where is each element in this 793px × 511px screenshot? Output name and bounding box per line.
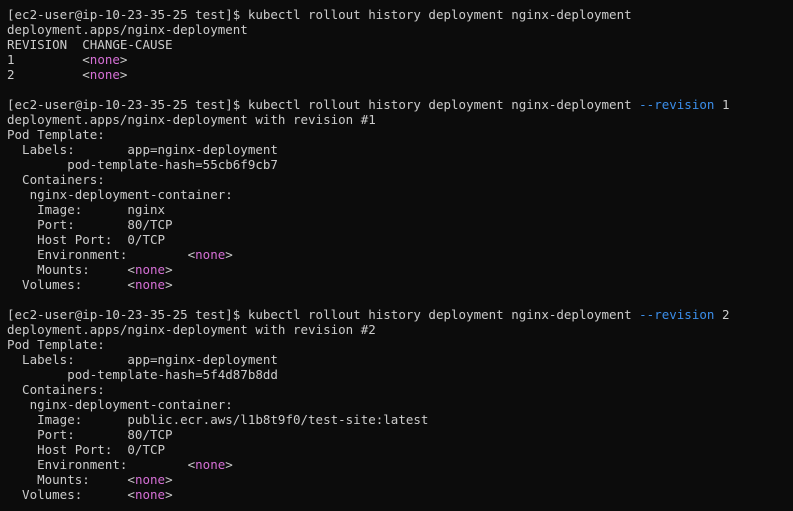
terminal-line: Pod Template: [7,337,793,352]
terminal-text: 1 [714,97,730,112]
terminal-text: Host Port: 0/TCP [7,232,166,247]
terminal-text: Host Port: 0/TCP [7,442,166,457]
terminal-text: > [119,52,128,67]
terminal-text: [ec2-user@ip-10-23-35-25 test]$ kubectl … [7,7,632,22]
none-value: none [134,487,166,502]
terminal-text: 2 [714,307,730,322]
terminal-line: REVISION CHANGE-CAUSE [7,37,793,52]
terminal-text: Labels: app=nginx-deployment [7,142,278,157]
terminal-line: deployment.apps/nginx-deployment with re… [7,322,793,337]
terminal-line: [ec2-user@ip-10-23-35-25 test]$ kubectl … [7,97,793,112]
none-value: none [89,67,120,82]
terminal-line: pod-template-hash=55cb6f9cb7 [7,157,793,172]
terminal-text: > [225,457,233,472]
terminal-text: < [82,67,90,82]
terminal-text: [ec2-user@ip-10-23-35-25 test]$ kubectl … [7,97,640,112]
none-value: none [134,277,166,292]
terminal-text: 2 [7,67,83,82]
terminal-text: Containers: [7,172,105,187]
terminal-line: Image: nginx [7,202,793,217]
terminal-line: Labels: app=nginx-deployment [7,352,793,367]
terminal-text: Port: 80/TCP [7,427,173,442]
terminal-text: Pod Template: [7,127,105,142]
terminal-line: Mounts: <none> [7,472,793,487]
terminal-text: > [165,487,173,502]
terminal-line: Containers: [7,172,793,187]
terminal-line: pod-template-hash=5f4d87b8dd [7,367,793,382]
terminal-text: < [127,487,135,502]
terminal-line: Host Port: 0/TCP [7,232,793,247]
terminal-text: nginx-deployment-container: [7,397,233,412]
terminal-text: < [127,262,135,277]
terminal-line: Port: 80/TCP [7,427,793,442]
terminal-line: Image: public.ecr.aws/l1b8t9f0/test-site… [7,412,793,427]
terminal-text: > [225,247,233,262]
terminal-text: deployment.apps/nginx-deployment with re… [7,322,376,337]
none-value: none [134,472,166,487]
terminal-text: Image: nginx [7,202,166,217]
terminal-text: Mounts: [7,472,128,487]
terminal-line: Environment: <none> [7,247,793,262]
terminal-text: pod-template-hash=55cb6f9cb7 [7,157,278,172]
terminal-line: 2 <none> [7,67,793,82]
terminal-text: Environment: [7,247,188,262]
terminal-output: [ec2-user@ip-10-23-35-25 test]$ kubectl … [7,7,793,502]
terminal-text: Volumes: [7,487,128,502]
terminal-text: < [82,52,90,67]
terminal-text: > [119,67,128,82]
terminal-line: Environment: <none> [7,457,793,472]
terminal-window[interactable]: [ec2-user@ip-10-23-35-25 test]$ kubectl … [0,0,793,511]
terminal-text: 1 [7,52,83,67]
terminal-text: REVISION CHANGE-CAUSE [7,37,173,52]
terminal-line: nginx-deployment-container: [7,187,793,202]
terminal-line: Containers: [7,382,793,397]
terminal-text: > [165,472,173,487]
terminal-text: nginx-deployment-container: [7,187,233,202]
terminal-text: pod-template-hash=5f4d87b8dd [7,367,278,382]
terminal-line: Port: 80/TCP [7,217,793,232]
terminal-line: Labels: app=nginx-deployment [7,142,793,157]
none-value: none [195,247,226,262]
terminal-text: Port: 80/TCP [7,217,173,232]
command-flag: --revision [639,307,715,322]
terminal-text: Labels: app=nginx-deployment [7,352,278,367]
terminal-text: Pod Template: [7,337,105,352]
terminal-text: Containers: [7,382,105,397]
terminal-line: Pod Template: [7,127,793,142]
terminal-text: Environment: [7,457,188,472]
terminal-text: > [165,277,173,292]
command-flag: --revision [639,97,715,112]
terminal-text: < [127,472,135,487]
terminal-text: > [165,262,173,277]
terminal-line: [ec2-user@ip-10-23-35-25 test]$ kubectl … [7,307,793,322]
terminal-line: nginx-deployment-container: [7,397,793,412]
terminal-line: deployment.apps/nginx-deployment [7,22,793,37]
terminal-line: [ec2-user@ip-10-23-35-25 test]$ kubectl … [7,7,793,22]
terminal-text: [ec2-user@ip-10-23-35-25 test]$ kubectl … [7,307,640,322]
terminal-line: 1 <none> [7,52,793,67]
none-value: none [134,262,166,277]
terminal-line: Host Port: 0/TCP [7,442,793,457]
terminal-text: Volumes: [7,277,128,292]
terminal-text: Image: public.ecr.aws/l1b8t9f0/test-site… [7,412,429,427]
terminal-line: deployment.apps/nginx-deployment with re… [7,112,793,127]
terminal-line: Volumes: <none> [7,487,793,502]
terminal-text: < [127,277,135,292]
terminal-line: Mounts: <none> [7,262,793,277]
terminal-text: deployment.apps/nginx-deployment [7,22,248,37]
none-value: none [195,457,226,472]
terminal-text: Mounts: [7,262,128,277]
terminal-line: Volumes: <none> [7,277,793,292]
none-value: none [89,52,120,67]
terminal-text: deployment.apps/nginx-deployment with re… [7,112,376,127]
